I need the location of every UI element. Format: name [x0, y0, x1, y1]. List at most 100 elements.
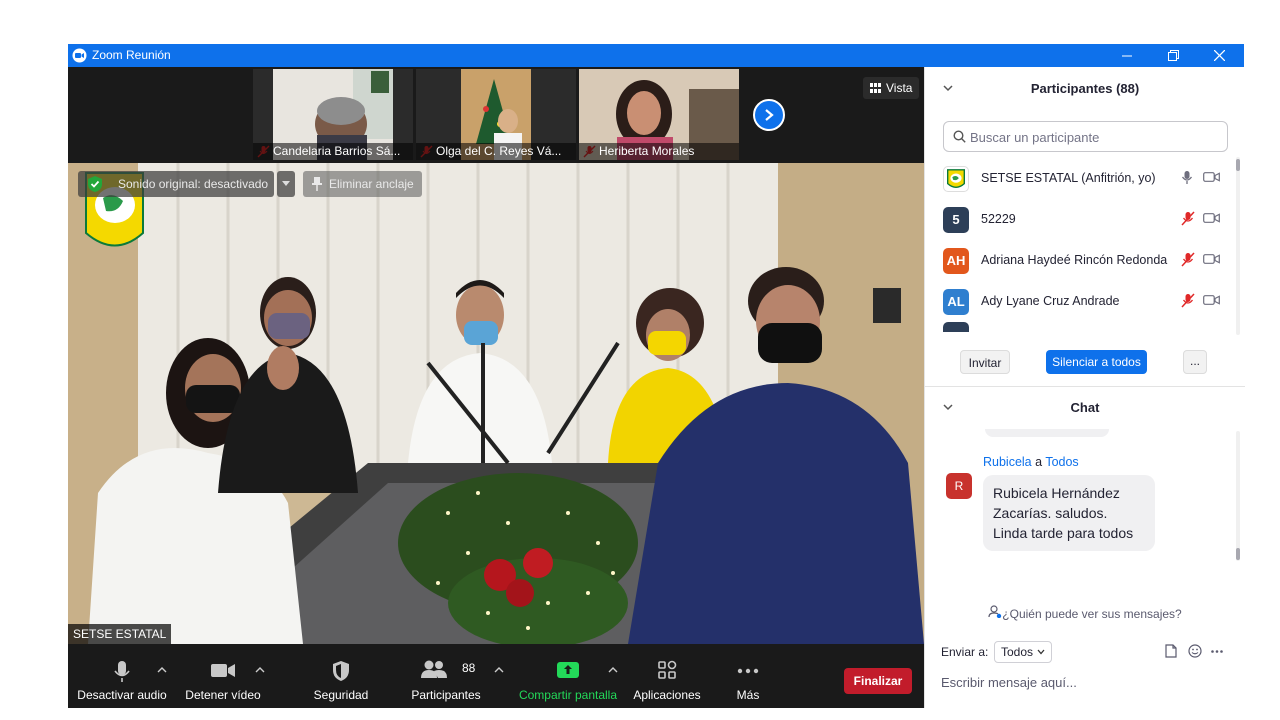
- window-title: Zoom Reunión: [92, 48, 171, 62]
- participant-avatar: 5: [943, 207, 969, 233]
- more-label: Más: [736, 688, 760, 702]
- video-camera-icon[interactable]: [1203, 212, 1220, 224]
- video-area: Candelaria Barrios Sá... Olga del C. Rey…: [68, 67, 924, 644]
- participant-name: 52229: [981, 212, 1016, 226]
- participant-search-input[interactable]: [970, 127, 1220, 147]
- invite-button[interactable]: Invitar: [960, 350, 1010, 374]
- meeting-scene: [68, 163, 924, 644]
- participant-row[interactable]: SETSE ESTATAL (Anfitrión, yo): [925, 157, 1235, 198]
- chat-title: Chat: [1070, 400, 1100, 415]
- participants-scrollbar[interactable]: [1235, 157, 1241, 335]
- participant-thumbnail[interactable]: Heriberta Morales: [579, 69, 739, 160]
- thumbnail-name: Candelaria Barrios Sá...: [253, 143, 413, 160]
- unpin-button[interactable]: Eliminar anclaje: [303, 171, 422, 197]
- message-bubble: Rubicela Hernández Zacarías. saludos. Li…: [983, 475, 1155, 551]
- participants-list: SETSE ESTATAL (Anfitrión, yo) 5 52229 AH…: [925, 157, 1235, 332]
- view-button[interactable]: Vista: [863, 77, 920, 99]
- participants-more-button[interactable]: ...: [1183, 350, 1207, 374]
- participant-row[interactable]: AL Ady Lyane Cruz Andrade: [925, 280, 1235, 321]
- speaker-name-tag: SETSE ESTATAL: [68, 624, 172, 644]
- muted-mic-icon[interactable]: [1181, 211, 1195, 226]
- muted-mic-icon[interactable]: [1181, 252, 1195, 267]
- apps-icon: [658, 660, 677, 679]
- video-camera-icon[interactable]: [1203, 253, 1220, 265]
- video-camera-icon[interactable]: [1203, 294, 1220, 306]
- zoom-window: Zoom Reunión Candelaria Barrios Sá... Ol…: [68, 44, 1245, 708]
- message-connector: a: [1035, 455, 1043, 469]
- more-options-icon[interactable]: [1211, 650, 1223, 653]
- participants-options-caret-icon[interactable]: [494, 666, 504, 674]
- participant-search[interactable]: [943, 121, 1228, 152]
- apps-button[interactable]: Aplicaciones: [626, 644, 708, 708]
- close-button[interactable]: [1196, 44, 1242, 67]
- panel-divider: [925, 386, 1245, 387]
- zoom-logo-icon: [72, 48, 87, 63]
- message-avatar: R: [946, 473, 972, 499]
- message-sender[interactable]: Rubicela: [983, 455, 1032, 469]
- participant-avatar: AL: [943, 289, 969, 315]
- video-camera-icon: [211, 664, 235, 677]
- who-can-see-text: ¿Quién puede ver sus mensajes?: [1002, 607, 1182, 621]
- view-label: Vista: [886, 81, 913, 95]
- restore-button[interactable]: [1150, 44, 1196, 67]
- mute-audio-button[interactable]: Desactivar audio: [72, 644, 172, 708]
- participants-button[interactable]: 88 Participantes: [406, 644, 486, 708]
- original-sound-label: Sonido original: desactivado: [118, 177, 269, 191]
- shield-icon: [333, 661, 349, 681]
- participant-name: Ady Lyane Cruz Andrade: [981, 294, 1120, 308]
- minimize-button[interactable]: [1104, 44, 1150, 67]
- close-icon: [1213, 50, 1225, 61]
- thumbnail-name: Heriberta Morales: [579, 143, 739, 160]
- end-meeting-button[interactable]: Finalizar: [844, 668, 912, 694]
- participants-icon: [421, 660, 447, 678]
- title-bar: Zoom Reunión: [68, 44, 1244, 67]
- participant-name: SETSE ESTATAL (Anfitrión, yo): [981, 171, 1156, 185]
- side-panel: Participantes (88) SETSE ESTATAL (Anfitr…: [924, 67, 1245, 708]
- participant-name: Adriana Haydeé Rincón Redonda: [981, 253, 1168, 267]
- muted-mic-icon[interactable]: [1181, 293, 1195, 308]
- message-line: Zacarías. saludos.: [993, 505, 1108, 521]
- participant-row[interactable]: 5 52229: [925, 198, 1235, 239]
- send-to-label: Enviar a:: [941, 645, 989, 659]
- participant-thumbnail[interactable]: Olga del C. Reyes Vá...: [416, 69, 576, 160]
- who-can-see-link[interactable]: ¿Quién puede ver sus mensajes?: [925, 605, 1245, 621]
- user-visibility-icon: [988, 605, 1002, 619]
- microphone-icon: [114, 661, 130, 682]
- send-to-value: Todos: [1001, 645, 1034, 659]
- gallery-strip: Candelaria Barrios Sá... Olga del C. Rey…: [68, 67, 924, 163]
- file-icon[interactable]: [1165, 644, 1177, 658]
- send-to-select[interactable]: Todos: [994, 641, 1052, 663]
- chat-messages: Rubicela a Todos R Rubicela Hernández Za…: [925, 429, 1235, 569]
- minimize-icon: [1122, 55, 1132, 56]
- next-page-button[interactable]: [753, 99, 785, 131]
- chat-scrollbar[interactable]: [1235, 431, 1241, 561]
- microphone-icon[interactable]: [1181, 170, 1193, 185]
- chevron-down-icon[interactable]: [943, 84, 953, 92]
- share-screen-label: Compartir pantalla: [518, 688, 618, 702]
- more-button[interactable]: Más: [718, 644, 778, 708]
- share-screen-icon: [557, 662, 579, 678]
- participants-count: 88: [462, 661, 476, 675]
- participants-header: Participantes (88): [925, 69, 1245, 109]
- emoji-icon[interactable]: [1188, 644, 1202, 658]
- video-camera-icon[interactable]: [1203, 171, 1220, 183]
- chat-message-input[interactable]: [941, 671, 1231, 693]
- audio-options-caret-icon[interactable]: [157, 666, 167, 674]
- participant-row[interactable]: AH Adriana Haydeé Rincón Redonda: [925, 239, 1235, 280]
- stop-video-button[interactable]: Detener vídeo: [178, 644, 268, 708]
- share-screen-button[interactable]: Compartir pantalla: [516, 644, 620, 708]
- active-speaker-video: Sonido original: desactivado Eliminar an…: [68, 163, 924, 644]
- participant-avatar-partial: [943, 322, 969, 332]
- restore-icon: [1167, 50, 1179, 61]
- mute-all-button[interactable]: Silenciar a todos: [1046, 350, 1147, 374]
- chat-header: Chat: [925, 388, 1245, 428]
- original-sound-dropdown[interactable]: [277, 171, 295, 197]
- more-dots-icon: [737, 668, 759, 674]
- share-options-caret-icon[interactable]: [608, 666, 618, 674]
- video-options-caret-icon[interactable]: [255, 666, 265, 674]
- security-button[interactable]: Seguridad: [303, 644, 379, 708]
- unpin-label: Eliminar anclaje: [329, 177, 414, 191]
- chevron-down-icon[interactable]: [943, 403, 953, 411]
- original-sound-button[interactable]: Sonido original: desactivado: [78, 171, 274, 197]
- participant-thumbnail[interactable]: Candelaria Barrios Sá...: [253, 69, 413, 160]
